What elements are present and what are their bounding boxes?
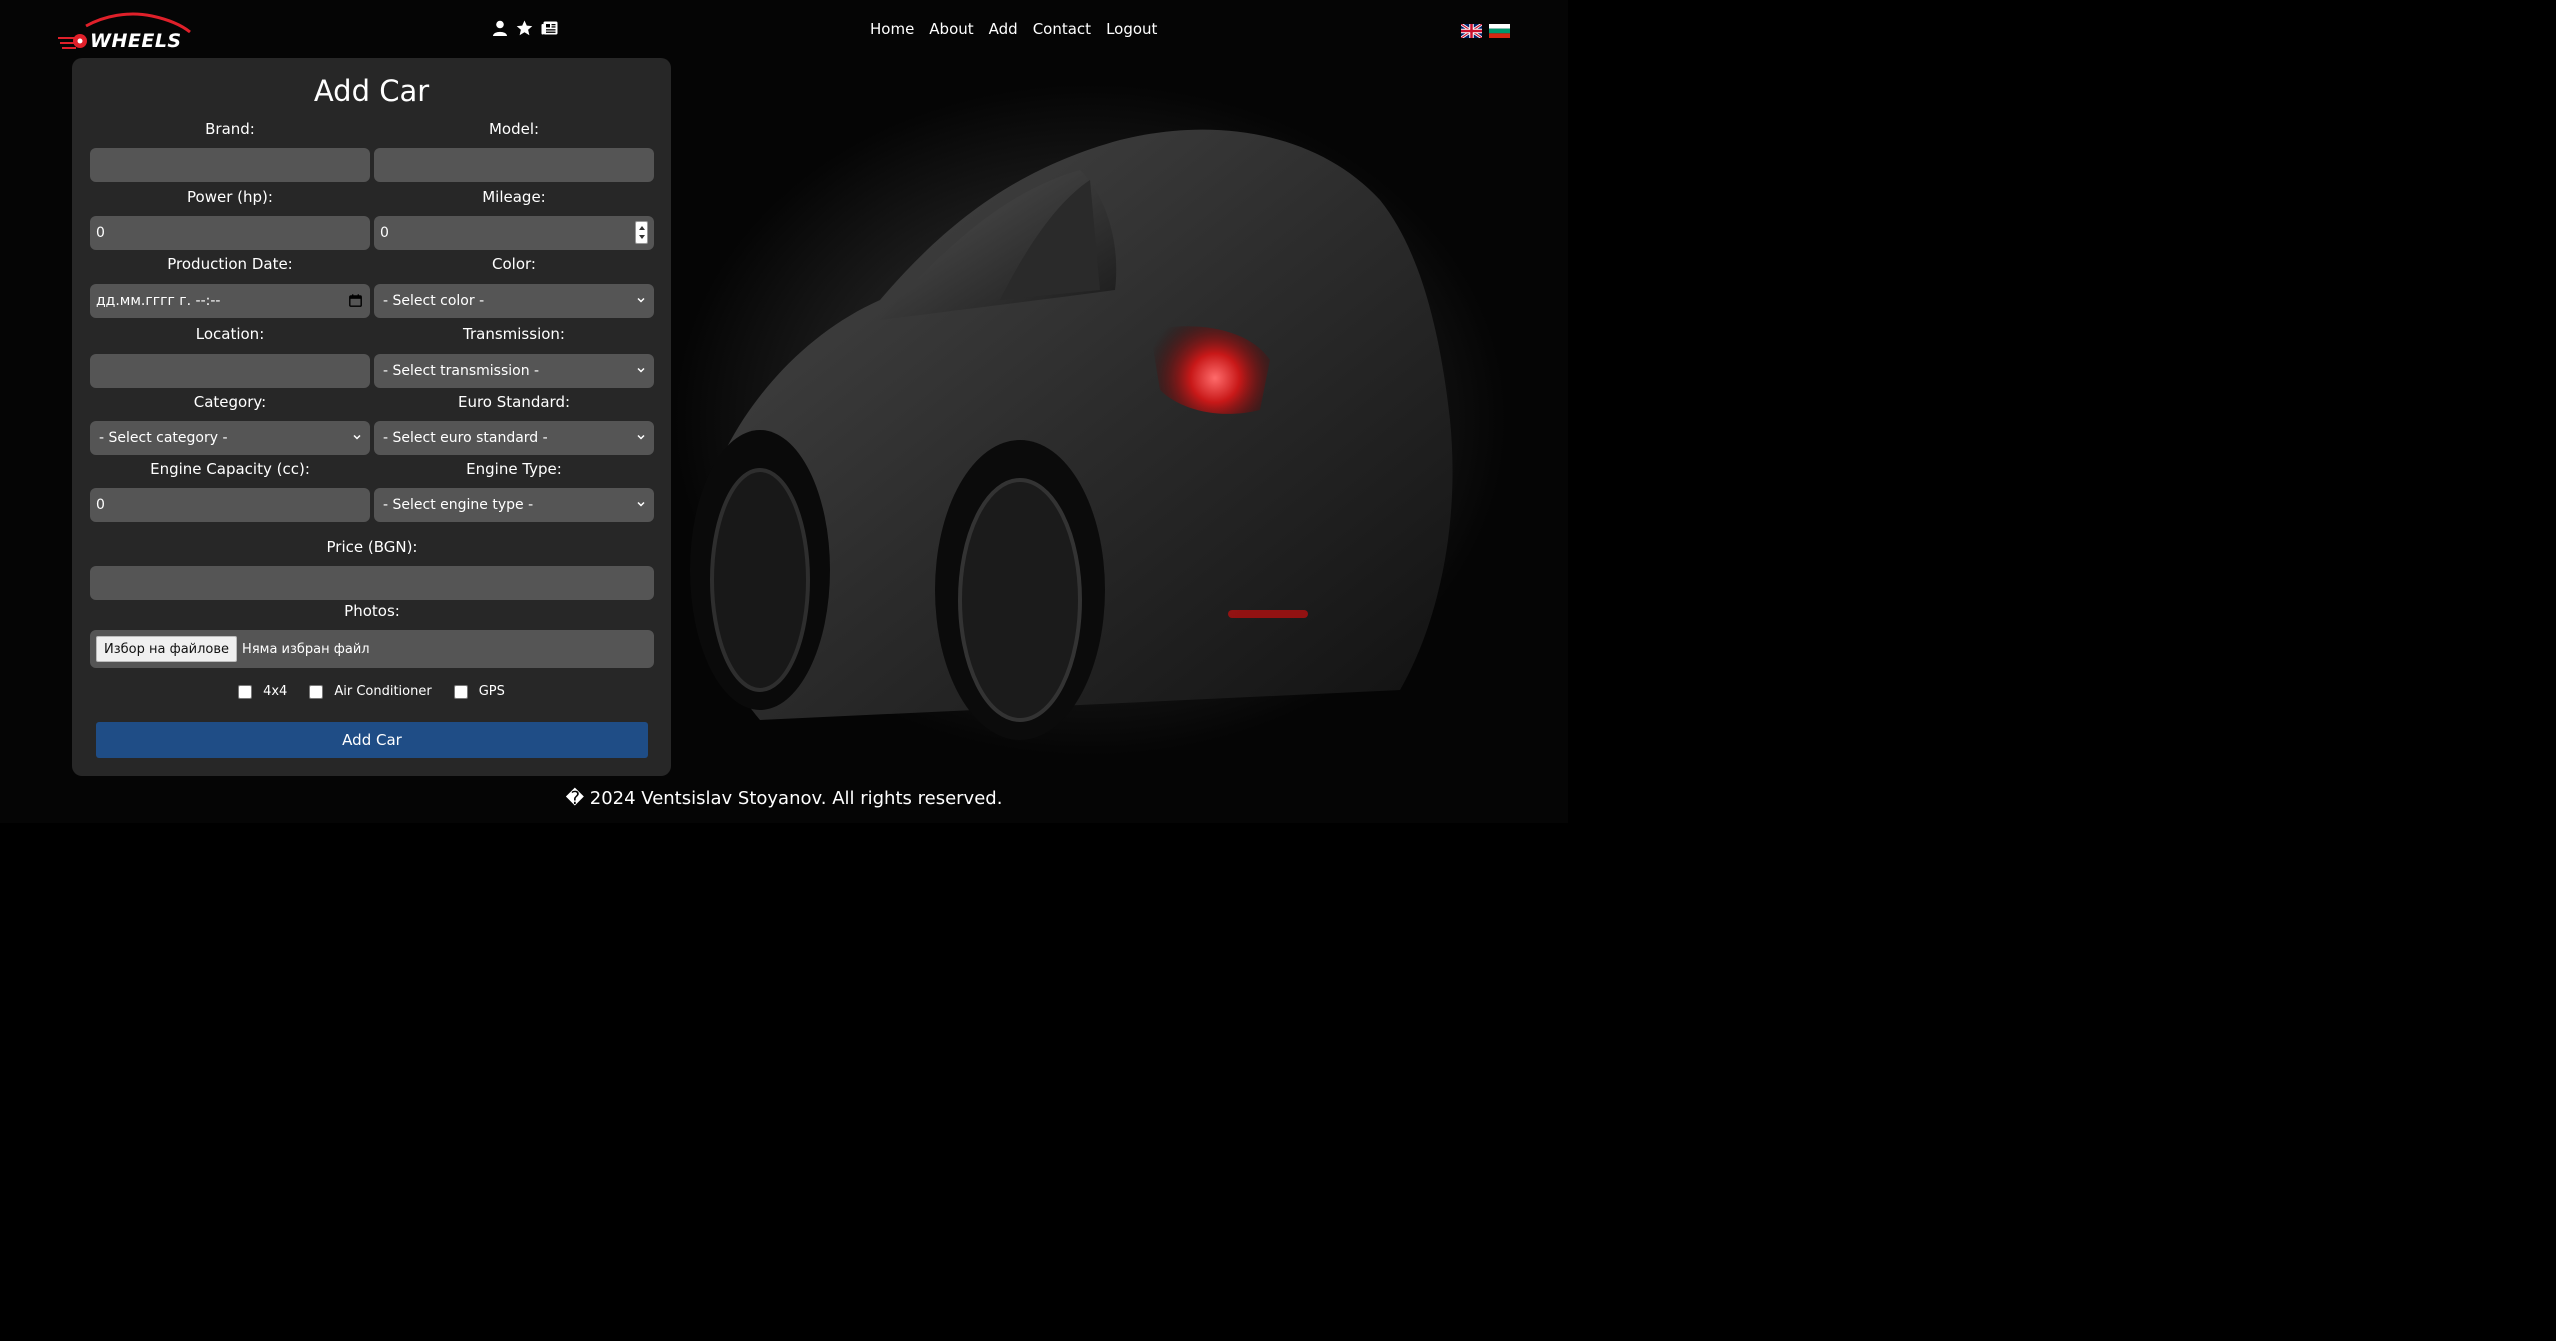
- power-value: 0: [96, 225, 105, 241]
- mileage-input[interactable]: 0: [374, 216, 654, 250]
- color-select[interactable]: - Select color -: [374, 284, 654, 318]
- transmission-label: Transmission:: [463, 325, 565, 343]
- checkbox-label: 4x4: [263, 684, 288, 699]
- production-date-value: дд.мм.гггг г. --:--: [96, 293, 221, 309]
- file-status: Няма избран файл: [242, 641, 370, 657]
- category-select[interactable]: - Select category -: [90, 421, 370, 455]
- category-selected: - Select category -: [99, 430, 228, 446]
- chevron-down-icon: [637, 434, 645, 440]
- chevron-down-icon: [637, 501, 645, 507]
- brand-input[interactable]: [90, 148, 370, 182]
- nav-add-link[interactable]: Add: [989, 20, 1018, 38]
- euro-standard-select[interactable]: - Select euro standard -: [374, 421, 654, 455]
- production-date-label: Production Date:: [167, 255, 293, 273]
- checkbox-label: Air Conditioner: [334, 684, 432, 699]
- feature-gps[interactable]: GPS: [453, 684, 505, 699]
- site-header: WHEELS Home About Add Contact Logout: [0, 0, 1568, 60]
- checkbox-label: GPS: [478, 684, 505, 699]
- location-label: Location:: [195, 325, 265, 343]
- footer-copyright: � 2024 Ventsislav Stoyanov. All rights r…: [565, 788, 1003, 809]
- engine-capacity-label: Engine Capacity (cc):: [150, 460, 310, 478]
- transmission-select[interactable]: - Select transmission -: [374, 354, 654, 388]
- add-car-form: Add Car Brand: Model: Power (hp): Mileag…: [72, 58, 671, 776]
- mileage-label: Mileage:: [482, 188, 546, 206]
- chevron-down-icon: [637, 367, 645, 373]
- user-icons: [492, 20, 558, 36]
- chevron-down-icon: [637, 297, 645, 303]
- uk-flag-icon[interactable]: [1461, 24, 1482, 38]
- user-icon[interactable]: [492, 20, 508, 36]
- photos-label: Photos:: [344, 602, 400, 620]
- checkbox-gps[interactable]: [453, 684, 468, 699]
- engine-type-select[interactable]: - Select engine type -: [374, 488, 654, 522]
- nav-about-link[interactable]: About: [929, 20, 973, 38]
- euro-standard-selected: - Select euro standard -: [383, 430, 548, 446]
- checkbox-air-conditioner[interactable]: [309, 684, 324, 699]
- engine-capacity-input[interactable]: 0: [90, 488, 370, 522]
- price-label: Price (BGN):: [326, 538, 418, 556]
- calendar-icon[interactable]: [349, 294, 362, 307]
- add-car-button[interactable]: Add Car: [96, 722, 648, 758]
- engine-capacity-value: 0: [96, 497, 105, 513]
- site-logo[interactable]: WHEELS: [56, 12, 196, 54]
- model-label: Model:: [488, 120, 540, 138]
- bg-flag-icon[interactable]: [1489, 24, 1510, 38]
- engine-type-label: Engine Type:: [466, 460, 562, 478]
- price-input[interactable]: [90, 566, 654, 600]
- feature-4x4[interactable]: 4x4: [238, 684, 287, 699]
- category-label: Category:: [193, 393, 267, 411]
- color-selected: - Select color -: [383, 293, 485, 309]
- brand-label: Brand:: [205, 120, 255, 138]
- newspaper-icon[interactable]: [541, 20, 558, 36]
- star-icon[interactable]: [516, 20, 533, 36]
- number-spinner[interactable]: [635, 221, 648, 244]
- chevron-down-icon: [353, 434, 361, 440]
- photos-file-input[interactable]: Избор на файлове Няма избран файл: [90, 630, 654, 668]
- location-input[interactable]: [90, 354, 370, 388]
- transmission-selected: - Select transmission -: [383, 363, 540, 379]
- logo-text: WHEELS: [90, 30, 182, 52]
- feature-air-conditioner[interactable]: Air Conditioner: [309, 684, 432, 699]
- checkbox-4x4[interactable]: [238, 684, 253, 699]
- nav-logout-link[interactable]: Logout: [1106, 20, 1157, 38]
- power-label: Power (hp):: [187, 188, 273, 206]
- nav-contact-link[interactable]: Contact: [1033, 20, 1091, 38]
- production-date-input[interactable]: дд.мм.гггг г. --:--: [90, 284, 370, 318]
- power-input[interactable]: 0: [90, 216, 370, 250]
- choose-files-button[interactable]: Избор на файлове: [96, 636, 238, 662]
- mileage-value: 0: [380, 225, 389, 241]
- language-switcher: [1461, 24, 1510, 38]
- nav-home-link[interactable]: Home: [870, 20, 914, 38]
- main-nav: Home About Add Contact Logout: [870, 20, 1157, 38]
- features-checkboxes: 4x4 Air Conditioner GPS: [72, 684, 671, 699]
- form-title: Add Car: [313, 74, 430, 108]
- model-input[interactable]: [374, 148, 654, 182]
- color-label: Color:: [492, 255, 536, 273]
- engine-type-selected: - Select engine type -: [383, 497, 534, 513]
- euro-standard-label: Euro Standard:: [457, 393, 571, 411]
